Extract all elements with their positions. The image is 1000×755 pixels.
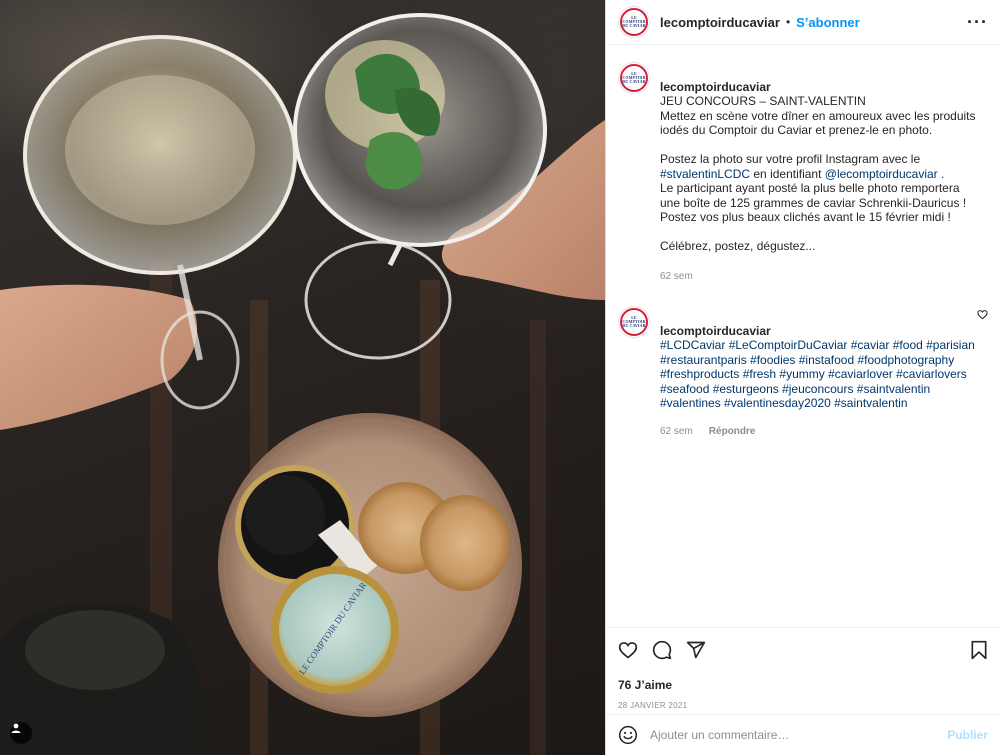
avatar-text: DU CAVIAR xyxy=(622,79,646,84)
comment-input[interactable] xyxy=(650,728,948,742)
avatar-text: DU CAVIAR xyxy=(622,23,646,28)
more-icon[interactable]: ··· xyxy=(967,12,988,33)
avatar[interactable]: LE COMPTOIR DU CAVIAR xyxy=(618,306,650,338)
caption-title: JEU CONCOURS – SAINT-VALENTIN xyxy=(660,94,866,108)
post-dialog: LE COMPTOIR DU CAVIAR LE COMPTOIR DU CAV… xyxy=(0,0,1000,755)
comment-hashtags[interactable]: #LCDCaviar #LeComptoirDuCaviar #caviar #… xyxy=(660,338,975,410)
separator-dot: • xyxy=(785,15,791,29)
photo-illustration: LE COMPTOIR DU CAVIAR xyxy=(0,13,605,755)
comment-body: lecomptoirducaviar #LCDCaviar #LeComptoi… xyxy=(660,306,978,439)
comment-timestamp[interactable]: 62 sem xyxy=(660,425,693,440)
post-side-panel: LE COMPTOIR DU CAVIAR lecomptoirducaviar… xyxy=(605,0,1000,755)
comment-like-heart-icon[interactable] xyxy=(977,309,988,320)
comments-list: LE COMPTOIR DU CAVIAR lecomptoirducaviar… xyxy=(606,46,1000,626)
comment-username[interactable]: lecomptoirducaviar xyxy=(660,324,771,338)
caption-hashtag[interactable]: #stvalentinLCDC xyxy=(660,167,750,181)
caption-text: Postez la photo sur votre profil Instagr… xyxy=(660,152,921,166)
caption-timestamp[interactable]: 62 sem xyxy=(660,270,693,285)
follow-button[interactable]: S’abonner xyxy=(796,15,860,30)
caption-text: en identifiant xyxy=(750,166,825,181)
caption-text: Célébrez, postez, dégustez... xyxy=(660,239,816,253)
avatar[interactable]: LE COMPTOIR DU CAVIAR xyxy=(618,62,650,94)
publish-button[interactable]: Publier xyxy=(947,728,988,742)
likes-count[interactable]: 76 J’aime xyxy=(618,678,988,692)
caption-body: lecomptoirducaviar JEU CONCOURS – SAINT-… xyxy=(660,62,978,284)
post-date: 28 JANVIER 2021 xyxy=(618,701,688,710)
comment-icon[interactable] xyxy=(652,640,672,660)
emoji-icon[interactable] xyxy=(618,725,638,745)
post-actions: 76 J’aime 28 JANVIER 2021 xyxy=(606,627,1000,710)
avatar-text: DU CAVIAR xyxy=(622,323,646,328)
avatar[interactable]: LE COMPTOIR DU CAVIAR xyxy=(618,6,650,38)
caption-username[interactable]: lecomptoirducaviar xyxy=(660,80,771,94)
post-header: LE COMPTOIR DU CAVIAR lecomptoirducaviar… xyxy=(606,0,1000,45)
reply-button[interactable]: Répondre xyxy=(709,425,756,440)
heart-icon[interactable] xyxy=(618,640,638,660)
header-username[interactable]: lecomptoirducaviar xyxy=(660,15,780,30)
caption-text: . xyxy=(937,166,945,181)
post-photo[interactable]: LE COMPTOIR DU CAVIAR xyxy=(0,0,605,755)
comment-item: LE COMPTOIR DU CAVIAR lecomptoirducaviar… xyxy=(618,306,988,439)
add-comment-bar: Publier xyxy=(606,714,1000,755)
caption-text: Le participant ayant posté la plus belle… xyxy=(660,181,967,224)
caption-mention[interactable]: @lecomptoirducaviar xyxy=(825,167,938,181)
caption: LE COMPTOIR DU CAVIAR lecomptoirducaviar… xyxy=(618,62,988,284)
share-icon[interactable] xyxy=(686,640,706,660)
user-tag-icon[interactable] xyxy=(10,722,32,744)
caption-text: Mettez en scène votre dîner en amoureux … xyxy=(660,108,976,138)
bookmark-icon[interactable] xyxy=(970,640,988,660)
